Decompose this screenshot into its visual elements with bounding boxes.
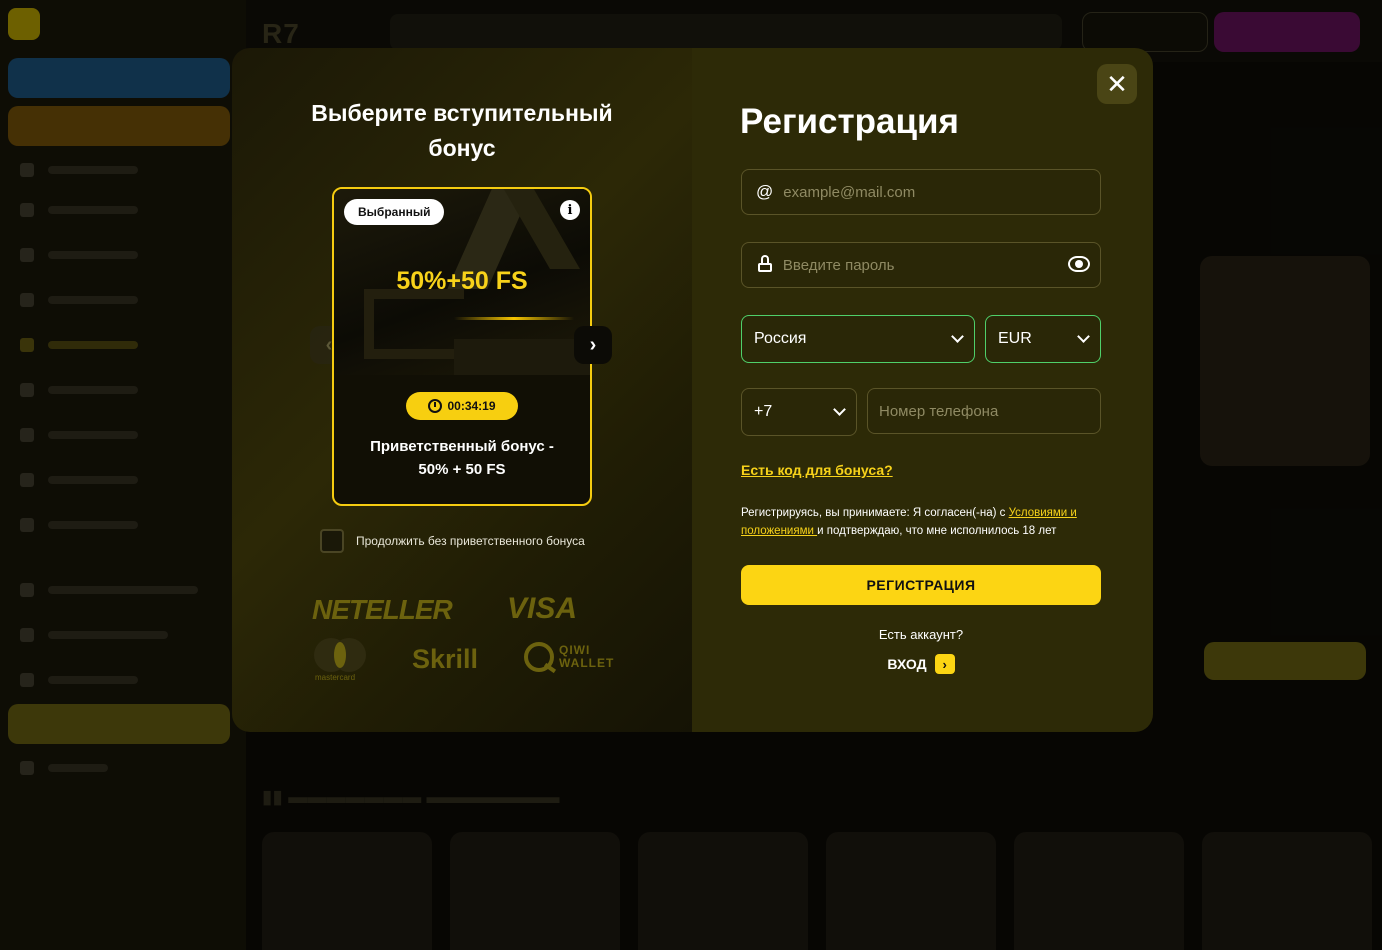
email-input[interactable]: [783, 183, 1100, 201]
email-field[interactable]: @: [741, 169, 1101, 215]
phone-code-select[interactable]: +7: [741, 388, 857, 436]
country-value: Россия: [754, 330, 807, 347]
registration-form: @ Россия EUR +7 Есть код для бонуса? Рег…: [232, 48, 1153, 732]
terms-prefix: Регистрируясь, вы принимаете: Я согласен…: [741, 507, 1009, 519]
chevron-down-icon: [833, 403, 846, 416]
chevron-down-icon: [1077, 330, 1090, 343]
have-account-text: Есть аккаунт?: [878, 627, 964, 642]
terms-suffix: и подтверждаю, что мне исполнилось 18 ле…: [817, 525, 1057, 537]
login-label[interactable]: ВХОД: [887, 656, 926, 672]
lock-icon: [758, 255, 772, 272]
password-input[interactable]: [782, 256, 1100, 274]
chevron-down-icon: [951, 330, 964, 343]
phone-input[interactable]: [879, 402, 1100, 420]
country-select[interactable]: Россия: [741, 315, 975, 363]
at-sign-icon: @: [756, 182, 774, 201]
currency-value: EUR: [998, 330, 1032, 347]
register-button[interactable]: РЕГИСТРАЦИЯ: [741, 565, 1101, 605]
currency-select[interactable]: EUR: [985, 315, 1101, 363]
promo-code-link[interactable]: Есть код для бонуса?: [741, 462, 893, 478]
phone-code-value: +7: [754, 403, 773, 420]
terms-text: Регистрируясь, вы принимаете: Я согласен…: [741, 504, 1106, 540]
chevron-right-icon[interactable]: ›: [934, 654, 955, 674]
login-link[interactable]: ВХОД ›: [741, 654, 1101, 674]
password-field[interactable]: [741, 242, 1101, 288]
phone-field[interactable]: [867, 388, 1101, 434]
eye-icon[interactable]: [1068, 256, 1090, 272]
